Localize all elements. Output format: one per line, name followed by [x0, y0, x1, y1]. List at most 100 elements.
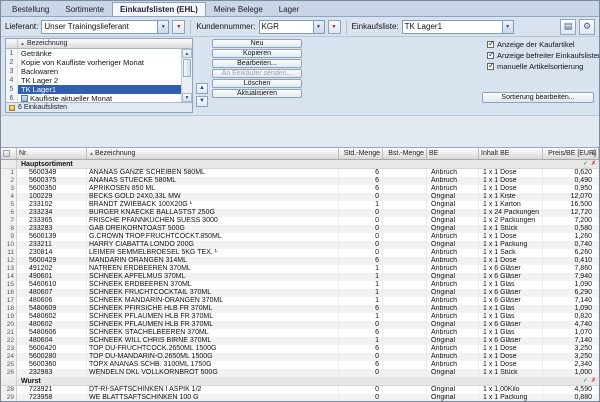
kopieren-button[interactable]: Kopieren: [212, 49, 302, 58]
bearbeiten-button[interactable]: Bearbeiten...: [212, 59, 302, 68]
articles-table: Nr. ▲Bezeichnung Std.-Menge Bst.-Menge B…: [1, 147, 599, 401]
checkbox-box[interactable]: ✓: [487, 63, 494, 70]
settings-icon-button[interactable]: ⚙: [579, 19, 595, 35]
list-item-kopie-von-kaufliste-vorheriger-monat[interactable]: 2Kopie von Kaufliste vorheriger Monat: [6, 58, 181, 67]
list-scrollbar[interactable]: ▲ ▼: [181, 49, 192, 102]
cell-bst: [383, 233, 427, 241]
aktualisieren-button[interactable]: Aktualisieren: [212, 89, 302, 98]
cell-inhalt: 1 x 6 Gläser: [479, 297, 543, 305]
list-item-tk-lager1[interactable]: 5TK Lager1: [6, 85, 181, 94]
table-row[interactable]: 6233234BURGER KNAECKE BALLASTST 250G0Ori…: [1, 209, 599, 217]
group-cross-icon[interactable]: ✗: [591, 377, 596, 386]
checkbox-manuelle-artikelsortierung[interactable]: ✓manuelle Artikelsortierung: [487, 62, 600, 71]
cell-std: 0: [339, 193, 383, 201]
table-row[interactable]: 195480602SCHNEEK PFLAUMEN HLB FR 370ML1A…: [1, 313, 599, 321]
table-row[interactable]: 16480607SCHNEEK FRUCHTCOCKTAIL 370ML1Ori…: [1, 289, 599, 297]
group-cross-icon[interactable]: ✗: [591, 160, 596, 169]
lieferant-picker-button[interactable]: ▼: [172, 20, 185, 34]
col-bezeichnung-label: Bezeichnung: [95, 150, 135, 157]
col-nr[interactable]: Nr.: [17, 148, 87, 159]
scroll-down-icon[interactable]: ▼: [182, 93, 192, 102]
scroll-up-icon[interactable]: ▲: [182, 49, 192, 58]
table-row[interactable]: 15600349ANANAS GANZE SCHEIBEN 580ML6Anbr…: [1, 169, 599, 177]
cell-be: Anbruch: [427, 305, 479, 313]
cell-std: 1: [339, 313, 383, 321]
table-row[interactable]: 28723921DT-RI-SAFTSCHINKEN I ASPIK 1/20O…: [1, 386, 599, 394]
cell-be: Original: [427, 337, 479, 345]
col-inhalt-be[interactable]: Inhalt BE: [479, 148, 543, 159]
checkbox-anzeige-der-kaufartikel[interactable]: ✓Anzeige der Kaufartikel: [487, 40, 600, 49]
cell-num: 22: [1, 337, 17, 345]
checkbox-anzeige-befreiter-einkaufslisten[interactable]: ✓Anzeige befreiter Einkaufslisten: [487, 51, 600, 60]
table-row[interactable]: 155460610SCHNEEK ERDBEEREN 370ML1Anbruch…: [1, 281, 599, 289]
table-row[interactable]: 20480602SCHNEEK PFLAUMEN HLB FR 370ML0Or…: [1, 321, 599, 329]
table-row[interactable]: 185480609SCHNEEK PFIRSICHE HLB FR 370ML6…: [1, 305, 599, 313]
cell-bst: [383, 177, 427, 185]
table-row[interactable]: 29723958WE BLATTSAFTSCHINKEN 100 G0Origi…: [1, 394, 599, 402]
dropdown-arrow-icon[interactable]: ▼: [157, 21, 168, 33]
tab-sortimente[interactable]: Sortimente: [57, 2, 112, 16]
table-row[interactable]: 8233283GAB DREIKORNTOAST 500G0Original1 …: [1, 225, 599, 233]
table-row[interactable]: 5233102BRANDT ZWIEBACK 100X20G ¹1Origina…: [1, 201, 599, 209]
l-schen-button[interactable]: Löschen: [212, 79, 302, 88]
sortierung-bearbeiten-button[interactable]: Sortierung bearbeiten...: [482, 92, 594, 103]
cell-preis: 4,740: [543, 321, 599, 329]
red-arrow-icon: ▼: [332, 24, 337, 30]
dropdown-arrow-icon[interactable]: ▼: [313, 21, 324, 33]
list-item-kaufliste-aktueller-monat[interactable]: 6Kaufliste aktueller Monat: [6, 94, 181, 102]
table-row[interactable]: 22480604SCHNEEK WILL CHRIS BIRNE 370ML1O…: [1, 337, 599, 345]
table-row[interactable]: 245600280TOP DU-MANDARIN-O.2650ML 1500G0…: [1, 353, 599, 361]
table-row[interactable]: 95600139G.CROWN TROP.FRUCHTCOCKT.850ML0A…: [1, 233, 599, 241]
move-up-button[interactable]: ▲: [196, 83, 208, 94]
tab-meine-belege[interactable]: Meine Belege: [206, 2, 271, 16]
list-bezeichnung-header[interactable]: ▲ Bezeichnung: [18, 39, 192, 48]
column-config-icon[interactable]: ≣: [591, 149, 597, 157]
table-row[interactable]: 215480606SCHNEEK STACHELBEEREN 370ML6Anb…: [1, 329, 599, 337]
table-row[interactable]: 7233365FRISCHE PFANNKUCHEN SUESS 30000Or…: [1, 217, 599, 225]
group-check-icon[interactable]: ✓: [583, 377, 588, 386]
dropdown-arrow-icon[interactable]: ▼: [502, 21, 513, 33]
einkaufsliste-combo[interactable]: TK Lager1 ▼: [402, 20, 514, 34]
table-row[interactable]: 235600420TOP DU-FRUCHTCOCK.2650ML 1500G6…: [1, 345, 599, 353]
col-be[interactable]: BE: [427, 148, 479, 159]
cell-std: 6: [339, 345, 383, 353]
table-row[interactable]: 35600350APRIKOSEN 850 ML6Anbruch1 x 1 Do…: [1, 185, 599, 193]
checkbox-box[interactable]: ✓: [487, 41, 494, 48]
col-preis[interactable]: Preis/BE [EUR]≣: [543, 148, 599, 159]
table-row[interactable]: 13491202NATREEN ERDBEEREN 370ML1Anbruch1…: [1, 265, 599, 273]
table-row[interactable]: 4100229BECKS GOLD 24X0,33L MW0Original1 …: [1, 193, 599, 201]
checkbox-box[interactable]: ✓: [487, 52, 494, 59]
list-item-getr-nke[interactable]: 1Getränke: [6, 49, 181, 58]
edit-columns-icon-button[interactable]: ▤: [560, 19, 576, 35]
neu-button[interactable]: Neu: [212, 39, 302, 48]
table-row[interactable]: 26232983WENDELN DKL VOLLKORNBROT 500G0Or…: [1, 369, 599, 377]
cell-be: Anbruch: [427, 257, 479, 265]
group-row-hauptsortiment[interactable]: Hauptsortiment✓✗: [1, 160, 599, 169]
group-check-icon[interactable]: ✓: [583, 160, 588, 169]
table-row[interactable]: 10233211HARRY CIABATTA LONDO 200G0Origin…: [1, 241, 599, 249]
table-row[interactable]: 255600360TOPX ANANAS SCHB. 3100ML 1750G6…: [1, 361, 599, 369]
col-bezeichnung[interactable]: ▲Bezeichnung: [87, 148, 339, 159]
list-item-backwaren[interactable]: 3Backwaren: [6, 67, 181, 76]
move-down-button[interactable]: ▼: [196, 96, 208, 107]
tab-lager[interactable]: Lager: [271, 2, 307, 16]
col-std-menge[interactable]: Std.-Menge: [339, 148, 383, 159]
table-row[interactable]: 125600429MANDARIN ORANGEN 314ML6Anbruch1…: [1, 257, 599, 265]
cell-nr: 5600349: [17, 169, 87, 177]
kundennummer-picker-button[interactable]: ▼: [328, 20, 341, 34]
cell-be: Anbruch: [427, 249, 479, 257]
cell-inhalt: 1 x 1 Dose: [479, 177, 543, 185]
cell-preis: 12,720: [543, 209, 599, 217]
lieferant-combo[interactable]: Unser Trainingslieferant ▼: [41, 20, 169, 34]
group-row-wurst[interactable]: Wurst✓✗: [1, 377, 599, 386]
list-item-tk-lager-2[interactable]: 4TK Lager 2: [6, 76, 181, 85]
tab-einkaufslisten-ehl[interactable]: Einkaufslisten (EHL): [112, 2, 206, 16]
table-row[interactable]: 11230814LEIMER SEMMELBROESEL 5KG TEX. ¹0…: [1, 249, 599, 257]
tab-bestellung[interactable]: Bestellung: [4, 2, 57, 16]
kundennummer-combo[interactable]: KGR ▼: [259, 20, 325, 34]
table-row[interactable]: 14490601SCHNEEK APFELMUS 370ML1Original1…: [1, 273, 599, 281]
table-row[interactable]: 17480606SCHNEEK MANDARIN-ORANGEN 370ML1A…: [1, 297, 599, 305]
col-bst-menge[interactable]: Bst.-Menge: [383, 148, 427, 159]
scrollbar-thumb[interactable]: [183, 59, 191, 77]
table-row[interactable]: 25600375ANANAS STUECKE 580ML6Anbruch1 x …: [1, 177, 599, 185]
